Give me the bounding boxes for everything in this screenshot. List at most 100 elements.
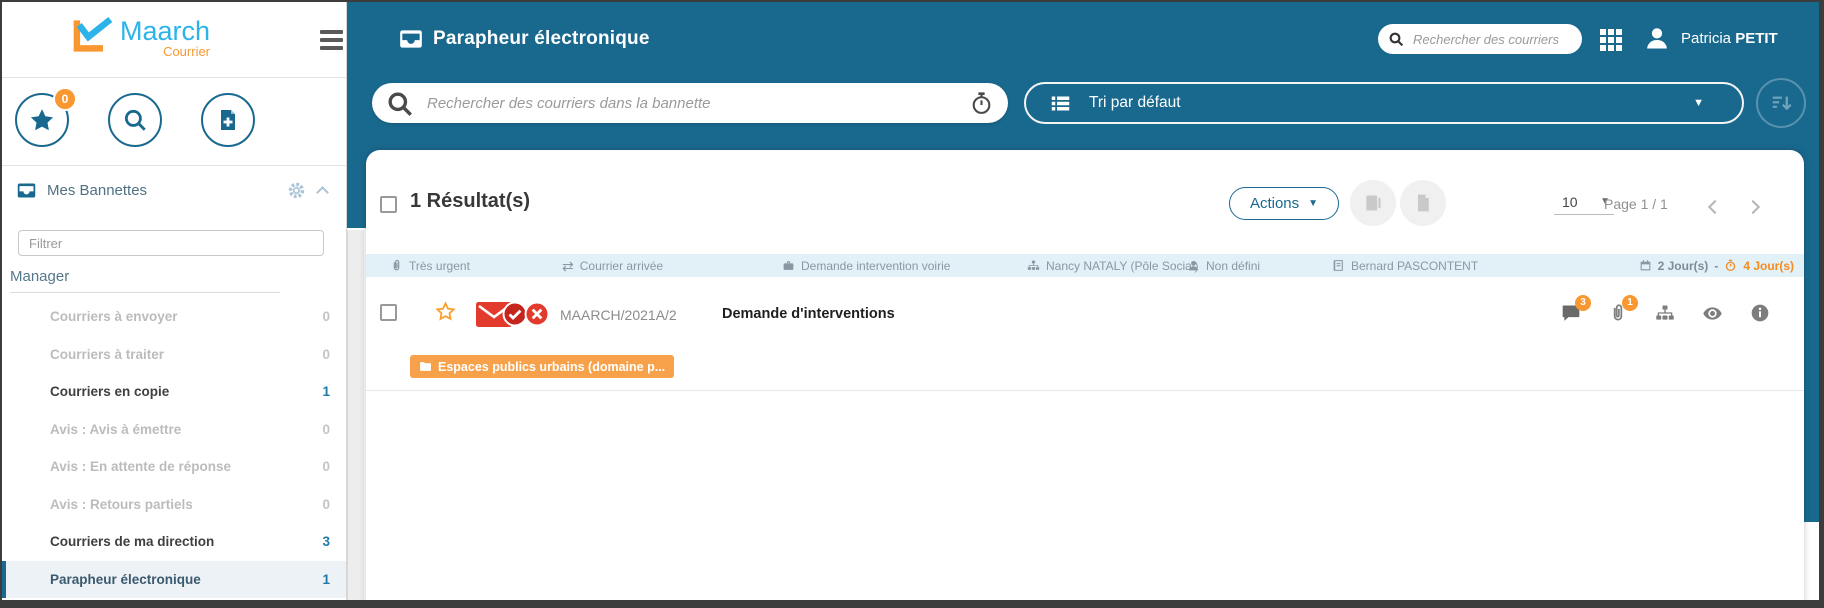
stopwatch-icon[interactable] [969,91,994,116]
sidebar-item-courriers-de-ma-direction[interactable]: Courriers de ma direction3 [2,523,346,561]
user-last-name: PETIT [1735,30,1778,47]
user-menu[interactable]: Patricia PETIT [1643,24,1778,52]
actions-button[interactable]: Actions ▼ [1229,187,1339,220]
baskets-panel-header: Mes Bannettes [16,180,333,201]
sidebar-item-avis-en-attente[interactable]: Avis : En attente de réponse0 [2,448,346,486]
next-page-button[interactable] [1746,200,1760,214]
attachments-count-badge: 1 [1622,295,1638,311]
user-first-name: Patricia [1681,30,1731,47]
document-reference: MAARCH/2021A/2 [560,307,677,323]
calendar-icon [1639,259,1652,272]
basket-count: 1 [322,572,330,587]
search-button[interactable] [108,93,162,147]
meta-delays: 2 Jour(s) - 4 Jour(s) [1639,254,1794,277]
row-meta-strip: Très urgent ⇄ Courrier arrivée Demande i… [366,254,1804,277]
diffusion-list-button[interactable] [1655,303,1675,324]
pagination-label: Page 1 / 1 [1604,196,1668,212]
inbox-tray-icon [398,26,424,52]
meta-assignee: Non défini [1187,254,1260,277]
basket-count: 3 [322,534,330,549]
summary-sheet-button[interactable] [1350,180,1396,226]
basket-count: 1 [322,384,330,399]
sidebar-item-parapheur-electronique[interactable]: Parapheur électronique1 [2,561,346,599]
swap-arrows-icon: ⇄ [562,260,574,272]
sort-select[interactable]: Tri par défaut ▼ [1024,82,1744,124]
collapse-chevron-icon[interactable] [316,186,329,199]
page-title: Parapheur électronique [433,28,650,50]
notes-button[interactable]: 3 [1561,303,1581,324]
basket-count: 0 [322,497,330,512]
basket-search [372,83,1008,123]
chevron-down-icon: ▼ [1693,98,1704,108]
document-subject: Demande d'interventions [722,306,895,322]
baskets-panel-title: Mes Bannettes [47,182,147,199]
sidebar-item-courriers-en-copie[interactable]: Courriers en copie1 [2,373,346,411]
remaining-delay: 4 Jour(s) [1743,259,1794,273]
search-icon [1388,31,1404,47]
meta-entity: Nancy NATALY (Pôle Social) [1027,254,1199,277]
sort-descending-icon [1770,92,1792,114]
sidebar-item-courriers-a-envoyer[interactable]: Courriers à envoyer0 [2,298,346,336]
brand-name: Maarch [120,16,210,46]
sort-selected-value: Tri par défaut [1089,94,1181,112]
folder-icon [419,360,432,373]
chevron-down-icon: ▼ [1308,199,1318,209]
refused-x-icon [524,301,550,327]
maarch-logo-icon [70,16,114,56]
basket-count: 0 [322,347,330,362]
brand-product: Courrier [120,44,210,59]
menu-toggle-icon[interactable] [320,30,343,54]
gear-icon[interactable] [287,181,306,200]
sidebar-item-avis-retours-partiels[interactable]: Avis : Retours partiels0 [2,486,346,524]
results-count: 1 Résultat(s) [410,190,530,213]
results-card: 1 Résultat(s) Actions ▼ 10 ▼ Page 1 / 1 … [366,150,1804,605]
sidebar-divider [2,165,346,166]
scrollbar-track[interactable] [347,230,364,602]
meta-doctype: Demande intervention voirie [782,254,950,277]
right-gutter [1804,228,1824,522]
user-avatar-icon [1643,24,1671,52]
basket-count: 0 [322,459,330,474]
result-row[interactable]: MAARCH/2021A/2 Demande d'interventions 3… [366,277,1804,391]
meta-priority: Très urgent [390,254,470,277]
search-icon [386,90,413,117]
sidebar: Maarch Courrier 0 [2,2,347,600]
sidebar-item-courriers-a-traiter[interactable]: Courriers à traiter0 [2,336,346,374]
meta-contact: Bernard PASCONTENT [1332,254,1478,277]
basket-count: 0 [322,422,330,437]
global-search [1378,24,1582,54]
basket-count: 0 [322,309,330,324]
folder-tag[interactable]: Espaces publics urbains (domaine p... [410,355,674,378]
followed-documents-button[interactable]: 0 [15,93,69,147]
briefcase-icon [782,259,795,272]
basket-group-title: Manager [10,268,280,293]
sort-direction-button[interactable] [1756,78,1806,128]
inbox-tray-icon [16,180,37,201]
processing-delay: 2 Jour(s) [1658,259,1709,273]
stopwatch-icon [1724,259,1737,272]
followed-count-badge: 0 [53,87,77,111]
new-document-button[interactable] [201,93,255,147]
signature-status-indicator [476,301,556,328]
document-plus-icon [216,108,240,132]
global-search-input[interactable] [1411,31,1561,48]
row-checkbox[interactable] [380,304,397,321]
basket-filter-input[interactable] [18,230,324,256]
page-header: Parapheur électronique [398,26,650,52]
apps-grid-icon[interactable] [1600,29,1622,51]
export-button[interactable] [1400,180,1446,226]
preview-eye-button[interactable] [1702,303,1723,324]
star-icon [28,106,56,134]
attachments-button[interactable]: 1 [1608,303,1628,324]
search-icon [122,107,148,133]
logo-row: Maarch Courrier [2,2,346,78]
favorite-star-icon[interactable] [434,300,457,323]
basket-search-input[interactable] [425,94,957,113]
maarch-logo[interactable]: Maarch Courrier [70,16,210,59]
meta-category: ⇄ Courrier arrivée [562,254,663,277]
person-icon [1187,259,1200,272]
sidebar-item-avis-a-emettre[interactable]: Avis : Avis à émettre0 [2,411,346,449]
previous-page-button[interactable] [1708,200,1722,214]
select-all-checkbox[interactable] [380,196,397,213]
info-button[interactable] [1750,303,1770,324]
